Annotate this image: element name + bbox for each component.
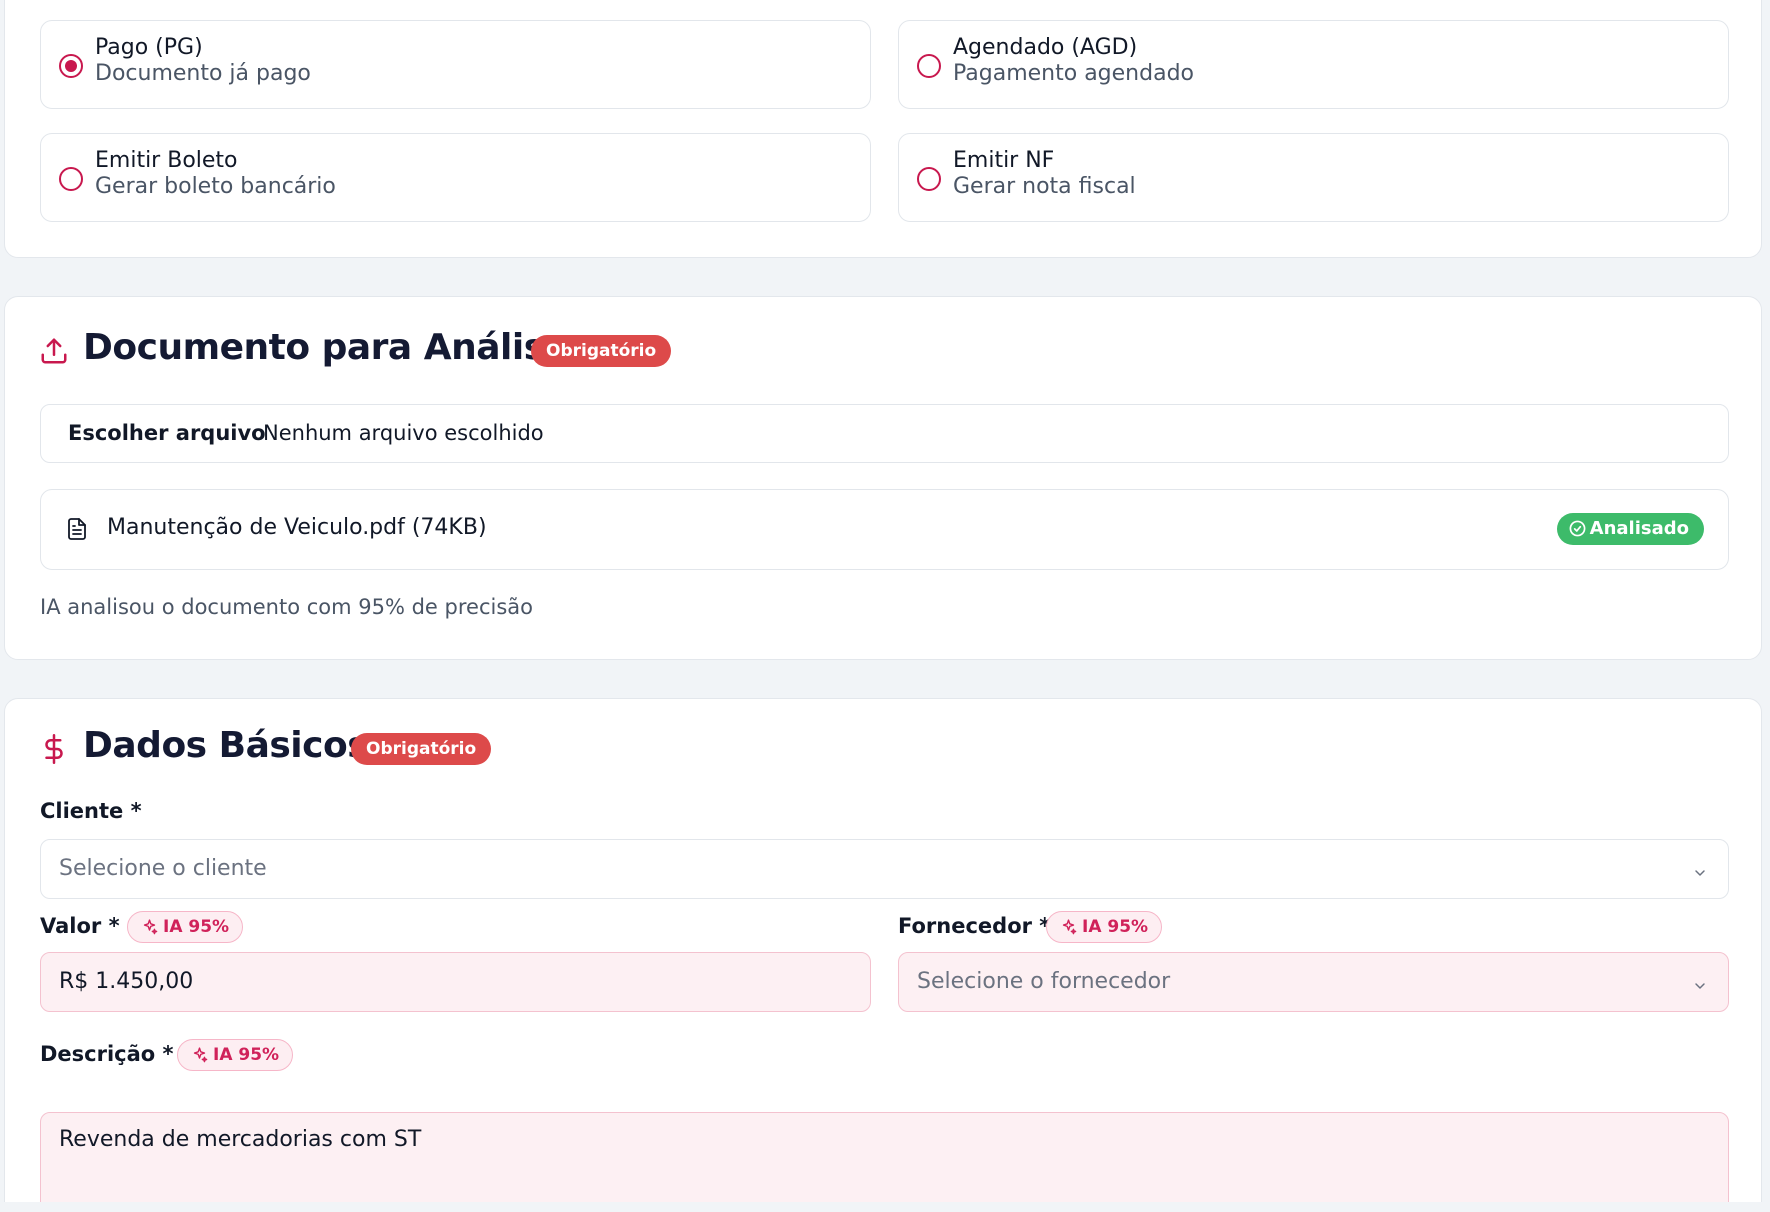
file-name: Manutenção de Veiculo.pdf (74KB) xyxy=(107,515,487,540)
uploaded-file-row: Manutenção de Veiculo.pdf (74KB) Analisa… xyxy=(40,489,1729,570)
check-circle-icon xyxy=(1569,520,1586,537)
description-text: Revenda de mercadorias com ST xyxy=(59,1127,422,1152)
value-label: Valor * xyxy=(40,914,120,938)
status-option-title: Emitir NF xyxy=(953,148,1055,173)
status-option-emitir-boleto[interactable]: Emitir Boleto Gerar boleto bancário xyxy=(40,133,871,222)
document-card: Documento para Análise Obrigatório Escol… xyxy=(4,296,1762,660)
value-input-text: R$ 1.450,00 xyxy=(59,969,194,994)
file-text-icon xyxy=(65,516,91,544)
status-option-title: Agendado (AGD) xyxy=(953,35,1138,60)
description-label: Descrição * xyxy=(40,1042,174,1066)
status-option-subtitle: Gerar nota fiscal xyxy=(953,174,1136,199)
status-option-agendado[interactable]: Agendado (AGD) Pagamento agendado xyxy=(898,20,1729,109)
sparkles-icon xyxy=(193,1047,208,1063)
ai-badge-label: IA 95% xyxy=(1082,917,1149,937)
ai-badge-label: IA 95% xyxy=(213,1045,280,1065)
ai-confidence-badge: IA 95% xyxy=(1046,911,1163,943)
status-option-subtitle: Gerar boleto bancário xyxy=(95,174,336,199)
client-label: Cliente * xyxy=(40,799,142,823)
page-background-strip xyxy=(0,1202,1770,1212)
status-option-subtitle: Documento já pago xyxy=(95,61,311,86)
radio-button[interactable] xyxy=(917,54,941,78)
radio-button[interactable] xyxy=(59,167,83,191)
required-badge: Obrigatório xyxy=(351,733,492,765)
file-input[interactable]: Escolher arquivo Nenhum arquivo escolhid… xyxy=(40,404,1729,463)
status-card: Pago (PG) Documento já pago Agendado (AG… xyxy=(4,0,1762,258)
ai-confidence-badge: IA 95% xyxy=(127,911,244,943)
sparkles-icon xyxy=(1062,919,1077,935)
status-option-title: Pago (PG) xyxy=(95,35,203,60)
ai-analysis-note: IA analisou o documento com 95% de preci… xyxy=(40,595,533,619)
ai-confidence-badge: IA 95% xyxy=(177,1039,294,1071)
section-title-basic-data: Dados Básicos xyxy=(83,725,369,766)
ai-badge-label: IA 95% xyxy=(163,917,230,937)
supplier-select[interactable]: Selecione o fornecedor xyxy=(898,952,1729,1012)
basic-data-card: Dados Básicos Obrigatório Cliente * Sele… xyxy=(4,698,1762,1212)
radio-button-selected[interactable] xyxy=(59,54,83,78)
supplier-placeholder: Selecione o fornecedor xyxy=(917,969,1171,994)
chevron-down-icon xyxy=(1692,975,1708,991)
client-select[interactable]: Selecione o cliente xyxy=(40,839,1729,899)
dollar-icon xyxy=(39,734,69,764)
value-input[interactable]: R$ 1.450,00 xyxy=(40,952,871,1012)
file-status-text: Nenhum arquivo escolhido xyxy=(263,421,544,445)
description-textarea[interactable]: Revenda de mercadorias com ST xyxy=(40,1112,1729,1212)
status-option-pago[interactable]: Pago (PG) Documento já pago xyxy=(40,20,871,109)
section-title-document: Documento para Análise xyxy=(83,327,569,368)
analyzed-badge: Analisado xyxy=(1556,513,1704,545)
client-placeholder: Selecione o cliente xyxy=(59,856,267,881)
choose-file-button[interactable]: Escolher arquivo xyxy=(68,421,266,445)
required-badge: Obrigatório xyxy=(531,335,672,367)
chevron-down-icon xyxy=(1692,862,1708,878)
radio-button[interactable] xyxy=(917,167,941,191)
upload-icon xyxy=(39,336,69,366)
status-option-title: Emitir Boleto xyxy=(95,148,238,173)
analyzed-badge-label: Analisado xyxy=(1589,518,1689,539)
supplier-label: Fornecedor * xyxy=(898,914,1051,938)
status-option-emitir-nf[interactable]: Emitir NF Gerar nota fiscal xyxy=(898,133,1729,222)
sparkles-icon xyxy=(143,919,158,935)
status-option-subtitle: Pagamento agendado xyxy=(953,61,1194,86)
